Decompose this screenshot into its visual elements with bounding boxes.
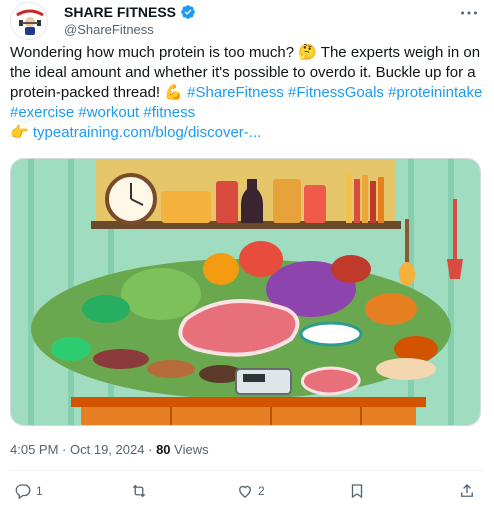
like-button[interactable]: 2: [236, 482, 265, 500]
views-count: 80: [156, 442, 171, 457]
post-text-segment: protein-packed thread!: [10, 84, 161, 101]
action-bar: 1 2: [14, 482, 484, 504]
post-meta: 4:05 PM · Oct 19, 2024 · 80 Views: [10, 442, 209, 457]
bookmark-icon: [351, 484, 363, 499]
author-handle[interactable]: @ShareFitness: [64, 22, 154, 37]
flexed-biceps-emoji-icon: 💪: [164, 84, 183, 101]
author-display-name[interactable]: SHARE FITNESS: [64, 4, 176, 20]
reply-count: 1: [36, 484, 43, 498]
protein-foods-illustration-icon: [11, 159, 480, 425]
heart-icon: [239, 485, 251, 498]
post-line-4: #exercise #workout #fitness: [10, 103, 486, 123]
share-button[interactable]: [458, 482, 476, 500]
more-options-icon[interactable]: [458, 2, 480, 24]
views-label: Views: [174, 442, 209, 457]
author-name-row: SHARE FITNESS: [64, 4, 196, 20]
retweet-icon: [132, 484, 146, 498]
share-icon: [461, 484, 473, 497]
bookmark-button[interactable]: [348, 482, 366, 500]
verified-badge-icon[interactable]: [180, 4, 196, 20]
post-line-1: Wondering how much protein is too much? …: [10, 43, 486, 63]
post-text-segment: Wondering how much protein is too much?: [10, 44, 295, 61]
post-image[interactable]: [10, 158, 481, 426]
post-line-5: 👉 typeatraining.com/blog/discover-...: [10, 123, 486, 143]
post-time[interactable]: 4:05 PM: [10, 442, 58, 457]
divider: [10, 470, 484, 471]
share-fitness-logo-icon: [11, 3, 47, 39]
meta-separator: ·: [62, 442, 67, 457]
tweet-card: SHARE FITNESS @ShareFitness Wondering ho…: [0, 0, 494, 517]
hashtag-links[interactable]: #ShareFitness #FitnessGoals #proteininta…: [187, 84, 482, 101]
pointing-right-emoji-icon: 👉: [10, 124, 29, 141]
article-link[interactable]: typeatraining.com/blog/discover-...: [33, 124, 261, 141]
post-line-2: the ideal amount and whether it's possib…: [10, 64, 476, 81]
retweet-button[interactable]: [130, 482, 152, 500]
thinking-emoji-icon: 🤔: [298, 44, 317, 61]
meta-separator: ·: [148, 442, 153, 457]
post-line-3: protein-packed thread! 💪 #ShareFitness #…: [10, 83, 486, 103]
avatar[interactable]: [10, 2, 48, 40]
like-count: 2: [258, 484, 265, 498]
reply-icon: [15, 484, 31, 500]
post-date[interactable]: Oct 19, 2024: [70, 442, 144, 457]
post-text: Wondering how much protein is too much? …: [10, 43, 486, 143]
reply-button[interactable]: 1: [14, 482, 43, 500]
post-text-segment: The experts weigh in on: [316, 44, 481, 61]
hashtag-links[interactable]: #exercise #workout #fitness: [10, 104, 195, 121]
